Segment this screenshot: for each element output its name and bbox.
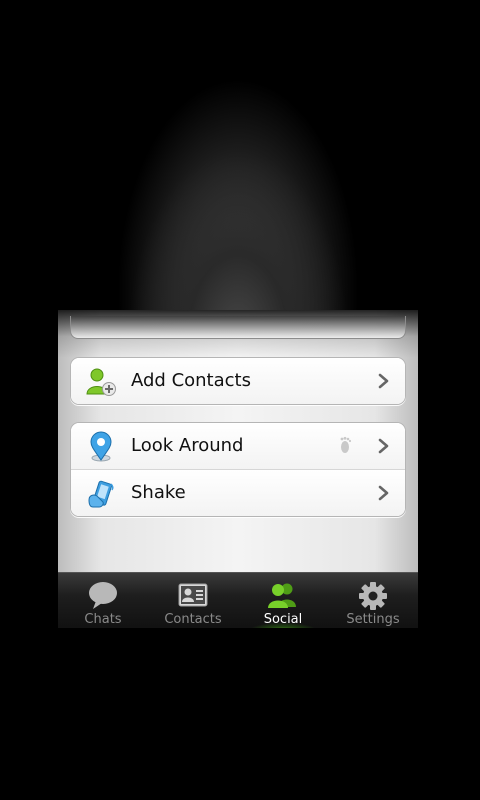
look-around-row[interactable]: Look Around bbox=[71, 423, 405, 469]
tab-social[interactable]: Social bbox=[238, 573, 328, 628]
tab-chats-label: Chats bbox=[84, 612, 122, 627]
menu-group-discover: Look Around Shake bbox=[70, 422, 406, 517]
contact-card-icon bbox=[177, 581, 209, 611]
scrolled-row-edge bbox=[70, 316, 406, 339]
tab-contacts-label: Contacts bbox=[164, 612, 222, 627]
tab-contacts[interactable]: Contacts bbox=[148, 573, 238, 628]
chevron-right-icon bbox=[377, 438, 391, 454]
shake-phone-icon bbox=[85, 478, 117, 510]
tab-social-label: Social bbox=[263, 612, 303, 627]
gear-icon bbox=[357, 581, 389, 611]
chevron-right-icon bbox=[377, 373, 391, 389]
shake-label: Shake bbox=[131, 482, 186, 503]
app-screen: Add Contacts Look Around Shake Chats Con… bbox=[58, 0, 418, 628]
footprint-icon bbox=[337, 436, 353, 456]
look-around-label: Look Around bbox=[131, 435, 244, 456]
tab-settings-label: Settings bbox=[346, 612, 400, 627]
shake-row[interactable]: Shake bbox=[71, 469, 405, 516]
add-contacts-row[interactable]: Add Contacts bbox=[71, 358, 405, 404]
add-contacts-label: Add Contacts bbox=[131, 370, 251, 391]
menu-group-contacts: Add Contacts bbox=[70, 357, 406, 405]
tab-chats[interactable]: Chats bbox=[58, 573, 148, 628]
tab-settings[interactable]: Settings bbox=[328, 573, 418, 628]
location-pin-icon bbox=[85, 431, 117, 463]
chat-bubble-icon bbox=[87, 581, 119, 611]
bottom-tab-bar: Chats Contacts Social Settings bbox=[58, 572, 418, 628]
add-contact-icon bbox=[85, 366, 117, 398]
chevron-right-icon bbox=[377, 485, 391, 501]
people-icon bbox=[267, 581, 299, 611]
